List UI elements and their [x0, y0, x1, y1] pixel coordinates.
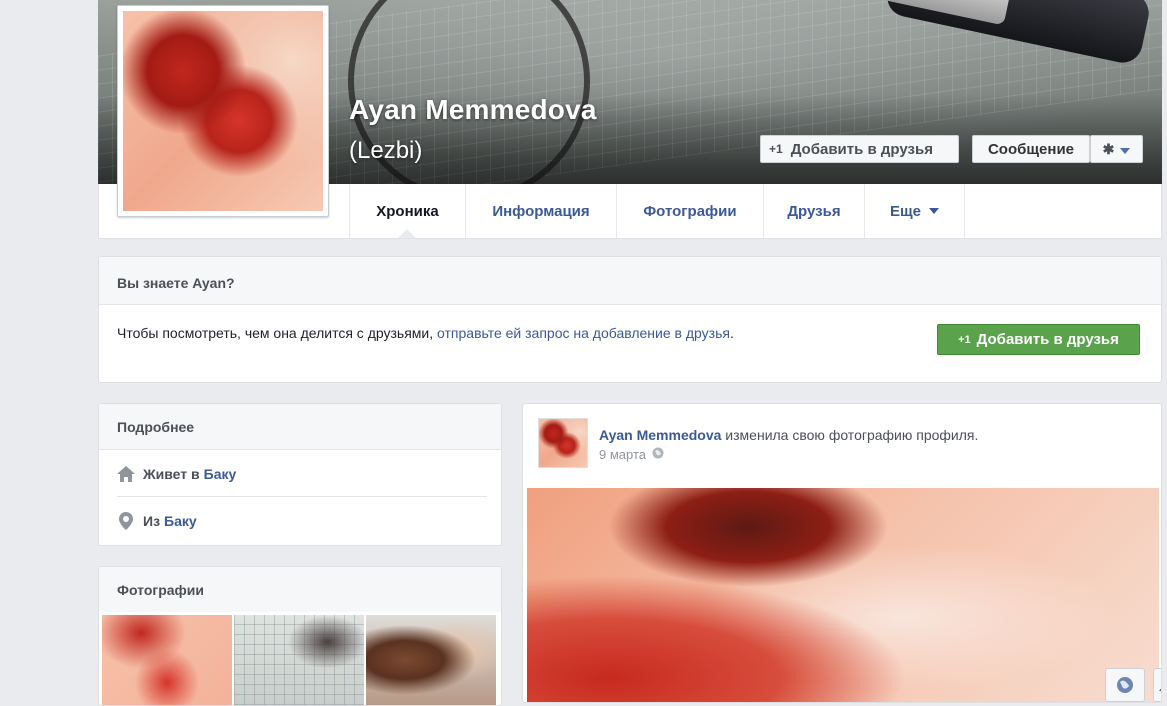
hometown-label: Из: [143, 513, 161, 529]
settings-menu-button[interactable]: ✱: [1090, 135, 1143, 163]
post-author-avatar[interactable]: [538, 418, 588, 468]
caret-down-icon: [929, 208, 939, 214]
globe-icon[interactable]: [1105, 668, 1145, 702]
plus-one-icon: +1: [769, 142, 783, 156]
profile-picture[interactable]: [117, 5, 329, 217]
home-icon: [117, 465, 135, 483]
photo-thumbnail[interactable]: [366, 615, 496, 705]
post-author-link[interactable]: Ayan Memmedova: [599, 427, 721, 443]
card-text-prefix: Чтобы посмотреть, чем она делится с друз…: [117, 325, 438, 341]
post-headline: Ayan Memmedova изменила свою фотографию …: [599, 427, 978, 443]
post-date[interactable]: 9 марта: [599, 447, 646, 462]
tab-label: Еще: [889, 202, 921, 220]
tab-label: Фотографии: [643, 202, 737, 220]
card-title: Вы знаете Ayan?: [117, 275, 235, 291]
gear-icon: ✱: [1102, 140, 1115, 157]
tab-info[interactable]: Информация: [465, 184, 616, 238]
location-pin-icon: [117, 512, 135, 530]
add-friend-label: Добавить в друзья: [790, 140, 933, 158]
message-button[interactable]: Сообщение: [972, 135, 1090, 163]
post-action-text: изменила свою фотографию профиля.: [721, 427, 979, 443]
message-label: Сообщение: [987, 140, 1075, 158]
lives-in-label: Живет в: [143, 466, 200, 482]
tab-label: Хроника: [376, 202, 439, 220]
add-friend-label: Добавить в друзья: [976, 331, 1119, 348]
card-title: Подробнее: [117, 419, 195, 435]
active-tab-pointer: [398, 229, 416, 238]
hometown-city-link[interactable]: Баку: [164, 513, 197, 529]
globe-icon: [652, 447, 664, 462]
card-header: [99, 257, 1161, 305]
send-request-link[interactable]: отправьте ей запрос на добавление в друз…: [437, 325, 730, 341]
plus-one-icon: +1: [958, 333, 971, 346]
tab-more[interactable]: Еще: [864, 184, 965, 238]
photos-card: Фотографии: [98, 566, 502, 706]
card-text: Чтобы посмотреть, чем она делится с друз…: [117, 323, 797, 344]
post-meta: 9 марта: [599, 447, 664, 462]
caret-down-icon: [1120, 141, 1131, 158]
profile-alternate-name: (Lezbi): [349, 137, 423, 164]
divider: [117, 496, 487, 497]
timeline-post: Ayan Memmedova изменила свою фотографию …: [522, 403, 1162, 703]
add-friend-button[interactable]: +1 Добавить в друзья: [760, 135, 959, 163]
photo-thumbnail[interactable]: [102, 615, 232, 705]
hometown-row: Из Баку: [117, 512, 197, 530]
card-text-suffix: .: [729, 325, 734, 341]
details-card: Подробнее Живет в Баку Из Баку: [98, 403, 502, 546]
lives-in-city-link[interactable]: Баку: [204, 466, 237, 482]
add-friend-primary-button[interactable]: +1 Добавить в друзья: [937, 324, 1140, 355]
tab-photos[interactable]: Фотографии: [616, 184, 763, 238]
friend-suggestion-card: Вы знаете Ayan? Чтобы посмотреть, чем он…: [98, 256, 1162, 383]
post-photo[interactable]: [527, 488, 1159, 702]
card-title[interactable]: Фотографии: [117, 582, 204, 598]
user-icon[interactable]: [1153, 668, 1161, 702]
lives-in-row: Живет в Баку: [117, 465, 236, 483]
photo-thumbnail[interactable]: [234, 615, 364, 705]
tab-label: Информация: [492, 202, 590, 220]
tab-friends[interactable]: Друзья: [763, 184, 864, 238]
profile-name[interactable]: Ayan Memmedova: [349, 94, 597, 126]
tab-label: Друзья: [787, 202, 841, 220]
